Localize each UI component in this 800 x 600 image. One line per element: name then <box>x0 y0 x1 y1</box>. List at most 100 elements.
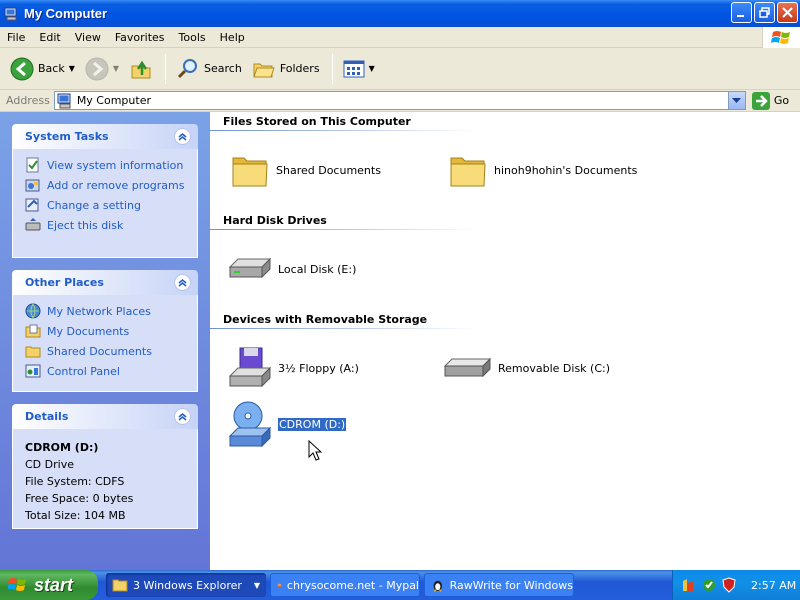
menu-file[interactable]: File <box>0 31 32 44</box>
my-computer-icon <box>57 93 71 108</box>
address-label: Address <box>6 94 50 107</box>
folders-button[interactable]: Folders <box>248 52 324 86</box>
taskbar-button-label: RawWrite for Windows <box>449 578 573 592</box>
my-computer-icon <box>4 7 17 20</box>
forward-dropdown-icon[interactable]: ▼ <box>113 64 119 73</box>
title-bar: My Computer <box>0 0 800 27</box>
back-dropdown-icon[interactable]: ▼ <box>69 64 75 73</box>
back-button[interactable]: Back ▼ <box>6 52 79 86</box>
floppy-drive-icon <box>228 347 272 388</box>
menu-favorites[interactable]: Favorites <box>108 31 172 44</box>
collapse-chevron-icon[interactable] <box>174 128 191 145</box>
removable-disk-icon <box>443 357 492 378</box>
details-title: Details <box>25 410 69 423</box>
place-shared-documents[interactable]: Shared Documents <box>25 341 197 361</box>
tray-shield-icon[interactable] <box>721 577 737 593</box>
address-dropdown-button[interactable] <box>727 92 745 109</box>
menu-tools[interactable]: Tools <box>172 31 213 44</box>
taskbar-mypal[interactable]: chrysocome.net - Mypal <box>270 573 420 597</box>
task-pane: System Tasks View system information Add… <box>0 112 210 570</box>
address-value: My Computer <box>76 94 151 107</box>
go-arrow-icon <box>751 91 770 110</box>
group-hard-disk-title: Hard Disk Drives <box>223 214 327 227</box>
close-button[interactable] <box>777 2 798 23</box>
system-information-icon <box>26 157 39 173</box>
window-title: My Computer <box>24 6 108 21</box>
standard-toolbar: Back ▼ ▼ Search Folders ▼ <box>0 48 800 90</box>
place-my-documents[interactable]: My Documents <box>25 321 197 341</box>
search-icon <box>177 58 198 78</box>
system-tasks-header[interactable]: System Tasks <box>12 124 198 149</box>
folder-icon <box>112 579 128 592</box>
menu-bar: File Edit View Favorites Tools Help <box>0 27 800 48</box>
task-change-setting[interactable]: Change a setting <box>25 195 197 215</box>
user-documents-item[interactable]: hinoh9hohin's Documents <box>448 150 637 190</box>
search-button[interactable]: Search <box>172 52 246 86</box>
task-label: View system information <box>47 158 184 172</box>
group-divider <box>210 130 480 131</box>
close-icon <box>782 7 793 18</box>
start-button[interactable]: start <box>0 570 98 600</box>
menu-edit[interactable]: Edit <box>32 31 67 44</box>
go-button[interactable]: Go <box>751 91 789 110</box>
up-folder-button[interactable] <box>125 52 157 86</box>
task-add-remove-programs[interactable]: Add or remove programs <box>25 175 197 195</box>
details-panel: Details CDROM (D:) CD Drive File System:… <box>12 404 198 529</box>
task-view-system-information[interactable]: View system information <box>25 155 197 175</box>
tray-security-icon[interactable] <box>701 577 717 593</box>
menu-help[interactable]: Help <box>213 31 252 44</box>
tray-network-icon[interactable] <box>681 577 697 593</box>
forward-button[interactable]: ▼ <box>81 52 123 86</box>
windows-logo-icon <box>762 27 800 48</box>
network-places-icon <box>25 303 41 319</box>
system-tasks-panel: System Tasks View system information Add… <box>12 124 198 258</box>
folders-icon <box>253 63 275 77</box>
restore-icon <box>759 7 770 18</box>
views-dropdown-icon: ▼ <box>368 64 375 73</box>
taskbar-clock[interactable]: 2:57 AM <box>751 579 796 592</box>
menu-view[interactable]: View <box>68 31 108 44</box>
taskbar-rawwrite[interactable]: RawWrite for Windows <box>424 573 574 597</box>
search-label: Search <box>204 62 242 75</box>
system-tray: 2:57 AM <box>672 570 800 600</box>
local-disk-e-item[interactable]: Local Disk (E:) <box>226 249 356 289</box>
item-label: Shared Documents <box>276 163 381 177</box>
maximize-button[interactable] <box>754 2 775 23</box>
group-removable-title: Devices with Removable Storage <box>223 313 428 326</box>
task-label: Eject this disk <box>47 218 124 232</box>
details-type: CD Drive <box>25 458 74 471</box>
collapse-chevron-icon[interactable] <box>174 274 191 291</box>
views-icon <box>343 60 365 77</box>
control-panel-setting-icon <box>25 198 39 212</box>
shared-documents-item[interactable]: Shared Documents <box>230 150 381 190</box>
task-label: Add or remove programs <box>47 178 185 192</box>
place-control-panel[interactable]: Control Panel <box>25 361 197 381</box>
place-my-network-places[interactable]: My Network Places <box>25 301 197 321</box>
content-pane: Files Stored on This Computer Shared Doc… <box>210 112 800 570</box>
taskbar-windows-explorer-group[interactable]: 3 Windows Explorer ▼ <box>106 573 266 597</box>
views-button[interactable]: ▼ <box>339 52 379 86</box>
minimize-button[interactable] <box>731 2 752 23</box>
mouse-cursor-icon <box>308 440 322 461</box>
removable-disk-c-item[interactable]: Removable Disk (C:) <box>442 350 610 386</box>
hard-disk-icon <box>228 257 272 279</box>
address-field[interactable]: My Computer <box>53 91 746 110</box>
other-places-panel: Other Places My Network Places My Docume… <box>12 270 198 392</box>
collapse-chevron-icon[interactable] <box>174 408 191 425</box>
other-places-header[interactable]: Other Places <box>12 270 198 295</box>
add-remove-programs-icon <box>25 179 40 192</box>
item-label: Local Disk (E:) <box>278 262 357 276</box>
place-label: Control Panel <box>47 364 120 378</box>
folder-icon <box>232 157 268 187</box>
other-places-title: Other Places <box>25 276 104 289</box>
details-header[interactable]: Details <box>12 404 198 429</box>
details-free-space: Free Space: 0 bytes <box>25 492 134 505</box>
item-label: 3½ Floppy (A:) <box>278 361 359 375</box>
system-tasks-title: System Tasks <box>25 130 109 143</box>
task-eject-disk[interactable]: Eject this disk <box>25 215 197 235</box>
cdrom-d-item[interactable]: CDROM (D:) <box>226 400 348 448</box>
task-label: Change a setting <box>47 198 141 212</box>
cd-drive-icon <box>228 401 272 448</box>
group-divider <box>210 229 480 230</box>
floppy-a-item[interactable]: 3½ Floppy (A:) <box>226 346 359 390</box>
